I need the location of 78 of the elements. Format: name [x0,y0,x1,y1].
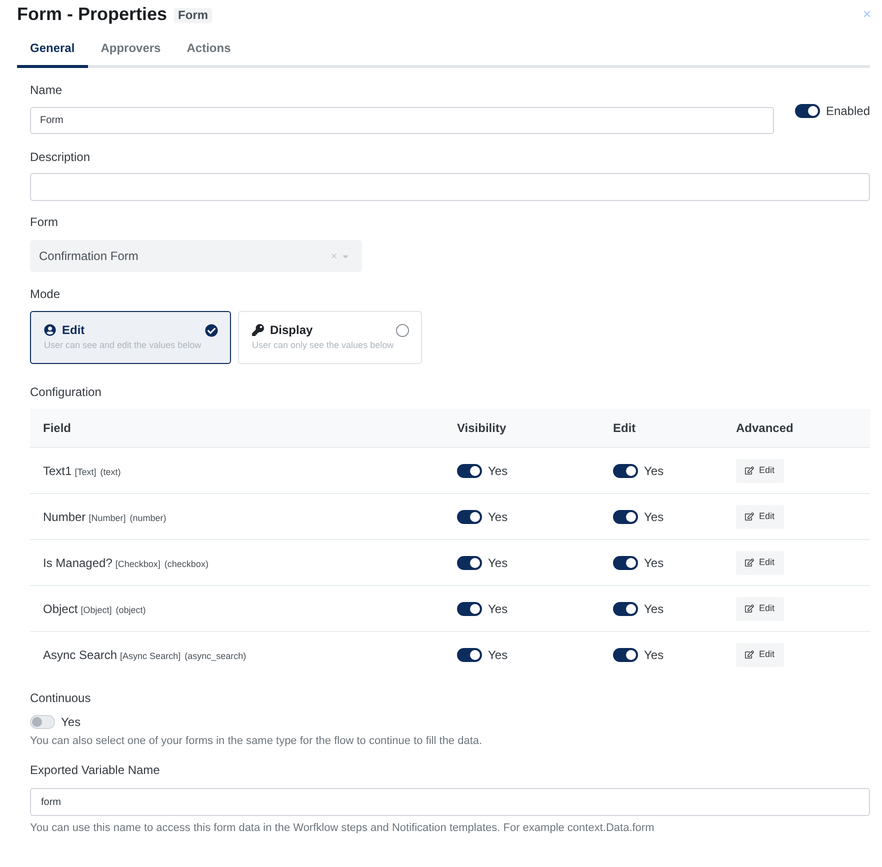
edit-button[interactable]: Edit [736,504,784,528]
toggle-switch[interactable] [457,510,482,524]
mode-option-card[interactable]: Display User can only see the values below [238,311,422,364]
field-name: Text1 [43,462,72,480]
panel-title: Form - Properties [17,3,168,26]
toggle-label: Yes [488,508,508,526]
help-text: You can also select one of your forms in the same type for the flow to continue to fill the data. [30,734,484,748]
tab[interactable]: General [17,30,88,68]
option-description: User can only see the values below [252,340,395,351]
field-name: Number [43,508,86,526]
field-name: Async Search [43,646,118,664]
field-name: Object [43,600,78,618]
radio-icon [396,324,409,336]
toggle-label: Yes [488,600,508,618]
help-text: You can use this name to access this form data in the Worfklow steps and Notification templates. For example context.Data.form [30,821,656,835]
tab[interactable]: Approvers [88,30,174,68]
field-key: (number) [130,512,166,525]
field-type: [Text] [74,466,96,479]
field-key: (async_search) [184,650,246,663]
toggle-label: Yes [488,646,508,664]
toggle-label: Yes [644,600,664,618]
toggle-switch[interactable] [794,104,820,118]
toggle-switch[interactable] [457,464,482,478]
field-label: Exported Variable Name [30,762,161,778]
input-field[interactable] [30,173,870,201]
toggle-switch[interactable] [613,602,638,616]
edit-icon [745,466,754,475]
field-type: [Number] [88,512,126,525]
toggle-label: Yes [644,508,664,526]
toggle-label: Enabled [826,104,870,118]
toggle-switch[interactable] [457,556,482,570]
field-key: (text) [100,466,121,479]
check-icon [205,324,218,336]
toggle-label: Yes [644,462,664,480]
column-header: Field [43,420,72,437]
toggle-label: Yes [488,554,508,572]
toggle-label: Yes [61,715,81,729]
tab[interactable]: Actions [174,30,244,68]
toggle-switch[interactable] [457,602,482,616]
edit-icon [745,604,754,613]
field-type: [Async Search] [120,650,181,663]
field-label: Mode [30,286,62,302]
field-label: Form [30,214,59,230]
toggle-label: Yes [644,646,664,664]
edit-icon [745,650,754,659]
edit-button[interactable]: Edit [736,458,784,482]
field-label: Continuous [30,690,92,706]
toggle-switch[interactable] [457,648,482,662]
toggle-switch[interactable] [613,510,638,524]
toggle-label: Yes [488,462,508,480]
toggle-switch[interactable] [613,648,638,662]
option-title: Edit [62,323,86,337]
edit-button[interactable]: Edit [736,596,784,620]
key-icon [252,324,264,336]
field-label: Name [30,82,64,98]
edit-icon [745,512,754,521]
field-type: [Object] [80,604,112,617]
field-name: Is Managed? [43,554,112,572]
title-badge: Form [174,8,212,22]
field-key: (object) [116,604,146,617]
input-field[interactable]: Form [30,107,774,134]
toggle-switch[interactable] [613,556,638,570]
toggle-label: Yes [644,554,664,572]
column-header: Advanced [736,420,794,437]
option-title: Display [270,323,314,337]
column-header: Visibility [457,420,508,437]
edit-button[interactable]: Edit [736,550,784,574]
input-field[interactable]: form [30,788,870,816]
option-description: User can see and edit the values below [44,340,202,351]
field-label: Configuration [30,384,102,400]
field-type: [Checkbox] [115,558,160,571]
mode-option-card[interactable]: Edit User can see and edit the values below [30,311,231,364]
edit-button[interactable]: Edit [736,642,784,666]
field-key: (checkbox) [164,558,208,571]
column-header: Edit [613,420,637,437]
edit-icon [745,558,754,567]
field-label: Description [30,149,92,165]
toggle-switch[interactable] [613,464,638,478]
